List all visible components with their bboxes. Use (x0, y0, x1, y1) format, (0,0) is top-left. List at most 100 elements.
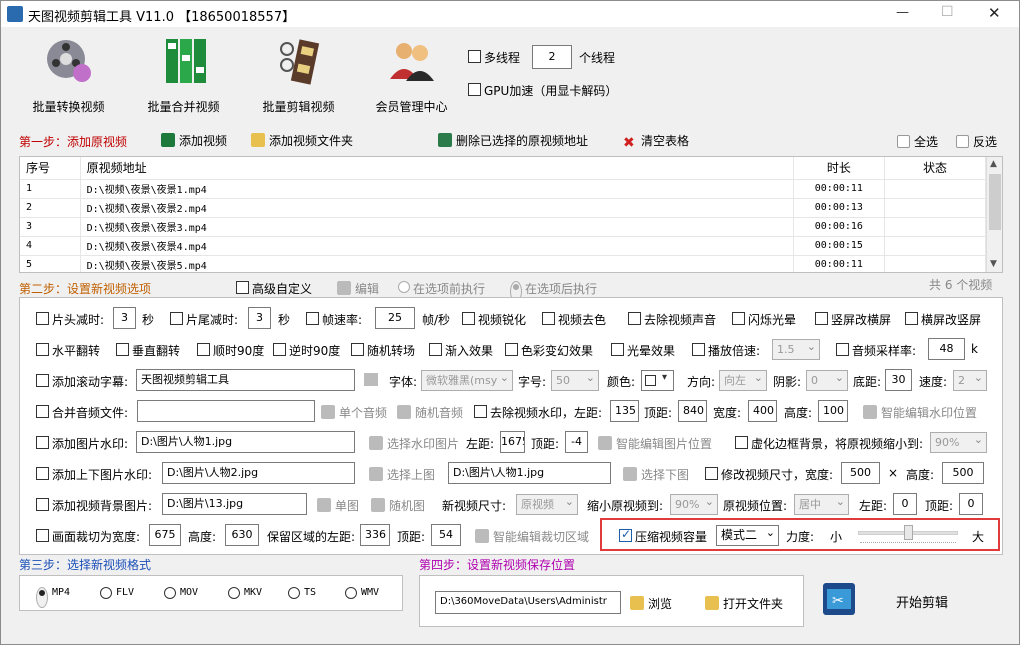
smart-crop-button[interactable]: 智能编辑裁切区域 (475, 528, 589, 545)
choose-watermark-button[interactable]: 选择水印图片 (369, 435, 459, 452)
scroll-caption-input[interactable]: 天图视频剪辑工具 (136, 369, 355, 391)
title-bar[interactable]: 天图视频剪辑工具 V11.0 【18650018557】 — ☐ ✕ (1, 1, 1019, 27)
table-row[interactable]: 2 D:\视频\夜景\夜景2.mp4 00:00:13 (20, 198, 987, 218)
wm-left-input[interactable]: 135 (610, 400, 639, 422)
color-fx-checkbox[interactable] (505, 343, 518, 356)
table-row[interactable]: 1 D:\视频\夜景\夜景1.mp4 00:00:11 (20, 179, 987, 199)
img-left-input[interactable]: 1675 (500, 431, 525, 453)
edit-button[interactable]: 编辑 (337, 280, 379, 297)
resize-checkbox[interactable] (705, 467, 718, 480)
wm-height-input[interactable]: 100 (818, 400, 848, 422)
font-size-select[interactable]: 50 (551, 370, 599, 391)
format-radio-wmv[interactable] (345, 587, 357, 599)
smart-watermark-button[interactable]: 智能编辑水印位置 (863, 404, 977, 421)
crop-left-input[interactable]: 336 (360, 524, 390, 546)
save-path-input[interactable]: D:\360MoveData\Users\Administr (435, 591, 621, 614)
tail-trim-input[interactable]: 3 (248, 307, 271, 329)
table-row[interactable]: 3 D:\视频\夜景\夜景3.mp4 00:00:16 (20, 217, 987, 237)
header-index[interactable]: 序号 (20, 157, 81, 180)
sample-input[interactable]: 48 (928, 338, 965, 360)
h2v-checkbox[interactable] (905, 312, 918, 325)
scroll-thumb[interactable] (989, 174, 1001, 230)
bottom-image-input[interactable]: D:\图片\人物1.jpg (448, 462, 611, 484)
light-fx-checkbox[interactable] (611, 343, 624, 356)
single-image-button[interactable]: 单图 (317, 497, 359, 514)
tail-trim-checkbox[interactable] (170, 312, 183, 325)
ccw90-checkbox[interactable] (273, 343, 286, 356)
minimize-button[interactable]: — (896, 5, 909, 20)
fps-input[interactable]: 25 (375, 307, 415, 329)
bg-image-checkbox[interactable] (36, 498, 49, 511)
open-folder-button[interactable]: 打开文件夹 (705, 595, 783, 612)
scroll-down-icon[interactable]: ▼ (990, 259, 997, 269)
smart-image-button[interactable]: 智能编辑图片位置 (598, 435, 712, 452)
multithread-checkbox[interactable] (468, 50, 481, 63)
before-radio[interactable] (398, 281, 410, 293)
random-image-button[interactable]: 随机图 (371, 497, 425, 514)
sample-checkbox[interactable] (836, 343, 849, 356)
sharpen-checkbox[interactable] (462, 312, 475, 325)
delete-selected-button[interactable]: 删除已选择的原视频地址 (438, 132, 588, 149)
image-watermark-input[interactable]: D:\图片\人物1.jpg (136, 431, 355, 453)
add-folder-button[interactable]: 添加视频文件夹 (251, 132, 353, 149)
strength-slider-thumb[interactable] (904, 525, 913, 540)
random-audio-button[interactable]: 随机音频 (397, 404, 463, 421)
compress-mode-select[interactable]: 模式二 (716, 525, 779, 546)
thread-count-input[interactable]: 2 (532, 45, 572, 69)
vflip-checkbox[interactable] (116, 343, 129, 356)
batch-convert-button[interactable]: 批量转换视频 (26, 35, 111, 115)
resize-height-input[interactable]: 500 (942, 462, 984, 484)
scroll-caption-checkbox[interactable] (36, 374, 49, 387)
direction-select[interactable]: 向左 (719, 370, 767, 391)
choose-bottom-button[interactable]: 选择下图 (623, 466, 689, 483)
crop-height-input[interactable]: 630 (225, 524, 259, 546)
format-radio-ts[interactable] (288, 587, 300, 599)
img-top-input[interactable]: -4 (565, 431, 588, 453)
head-trim-checkbox[interactable] (36, 312, 49, 325)
table-row[interactable]: 5 D:\视频\夜景\夜景5.mp4 00:00:11 (20, 255, 987, 272)
merge-audio-checkbox[interactable] (36, 405, 49, 418)
scroll-speed-select[interactable]: 2 (953, 370, 987, 391)
blur-scale-select[interactable]: 90% (930, 432, 987, 453)
format-radio-mkv[interactable] (228, 587, 240, 599)
invert-select-button[interactable]: 反选 (956, 133, 997, 150)
resize-width-input[interactable]: 500 (841, 462, 880, 484)
decolor-checkbox[interactable] (542, 312, 555, 325)
merge-audio-input[interactable] (137, 400, 315, 422)
blur-bg-checkbox[interactable] (735, 436, 748, 449)
tb-watermark-checkbox[interactable] (36, 467, 49, 480)
caption-edit-icon[interactable] (364, 373, 378, 386)
font-select[interactable]: 微软雅黑(msy (421, 370, 513, 391)
film-scissors-icon[interactable]: ✂ (823, 583, 855, 615)
crop-top-input[interactable]: 54 (431, 524, 461, 546)
header-path[interactable]: 原视频地址 (80, 157, 794, 180)
top-image-input[interactable]: D:\图片\人物2.jpg (162, 462, 355, 484)
hflip-checkbox[interactable] (36, 343, 49, 356)
speed-checkbox[interactable] (692, 343, 705, 356)
member-center-button[interactable]: 会员管理中心 (369, 35, 454, 115)
head-trim-input[interactable]: 3 (113, 307, 136, 329)
speed-select[interactable]: 1.5 (772, 339, 820, 360)
select-all-button[interactable]: 全选 (897, 133, 938, 150)
browse-button[interactable]: 浏览 (630, 595, 672, 612)
crop-width-input[interactable]: 675 (149, 524, 181, 546)
single-audio-button[interactable]: 单个音频 (321, 404, 387, 421)
format-radio-flv[interactable] (100, 587, 112, 599)
table-scrollbar[interactable]: ▲ ▼ (986, 157, 1002, 272)
batch-edit-button[interactable]: 批量剪辑视频 (256, 35, 341, 115)
random-trans-checkbox[interactable] (351, 343, 364, 356)
flash-checkbox[interactable] (732, 312, 745, 325)
clear-table-button[interactable]: ✖ 清空表格 (623, 132, 689, 151)
scroll-up-icon[interactable]: ▲ (990, 159, 997, 169)
gpu-checkbox[interactable] (468, 83, 481, 96)
header-status[interactable]: 状态 (884, 157, 987, 180)
bottom-input[interactable]: 30 (885, 369, 912, 391)
close-button[interactable]: ✕ (988, 4, 1001, 22)
header-duration[interactable]: 时长 (793, 157, 885, 180)
bg-top-input[interactable]: 0 (959, 493, 983, 515)
add-video-button[interactable]: 添加视频 (161, 132, 227, 149)
table-row[interactable]: 4 D:\视频\夜景\夜景4.mp4 00:00:15 (20, 236, 987, 256)
shrink-select[interactable]: 90% (670, 494, 718, 515)
wm-top-input[interactable]: 840 (678, 400, 707, 422)
compress-checkbox[interactable] (619, 527, 632, 542)
